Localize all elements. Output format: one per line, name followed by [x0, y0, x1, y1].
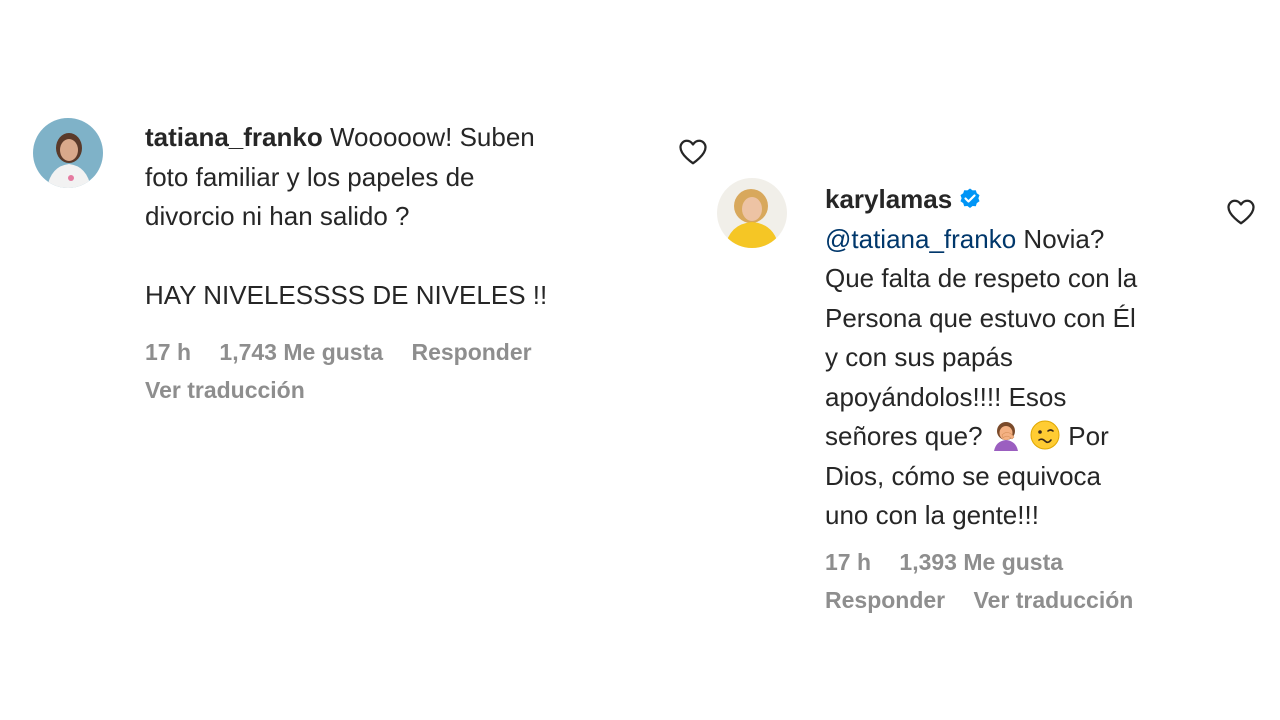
comment-text-line: Persona que estuvo con Él: [825, 302, 1136, 333]
username[interactable]: tatiana_franko: [145, 122, 323, 152]
verified-badge-icon: [958, 183, 982, 208]
heart-outline-icon[interactable]: [678, 138, 708, 166]
comment-text-line: uno con la gente!!!: [825, 500, 1039, 530]
comment-text-line: apoyándolos!!!! Esos: [825, 381, 1067, 412]
translate-button[interactable]: Ver traducción: [145, 377, 305, 403]
heart-outline-icon[interactable]: [1226, 198, 1256, 226]
translate-button[interactable]: Ver traducción: [974, 587, 1134, 613]
comment-text-line: divorcio ni han salido ?: [145, 201, 410, 231]
likes-count[interactable]: 1,393 Me gusta: [899, 549, 1063, 575]
woozy-face-emoji: [1029, 419, 1061, 451]
timestamp: 17 h: [825, 549, 872, 575]
username[interactable]: karylamas: [825, 184, 952, 214]
comment-text-line: HAY NIVELESSSS DE NIVELES !!: [145, 280, 548, 310]
woman-facepalming-emoji: [990, 419, 1022, 451]
timestamp: 17 h: [145, 339, 192, 365]
comment-text-line: Dios, cómo se equivoca: [825, 460, 1102, 491]
comment-text: tatiana_franko Wooooow! Suben foto famil…: [145, 118, 645, 316]
avatar[interactable]: [33, 118, 103, 188]
comment-text-line: Wooooow! Suben: [329, 122, 535, 152]
reply-button[interactable]: Responder: [825, 587, 945, 613]
likes-count[interactable]: 1,743 Me gusta: [219, 339, 383, 365]
comment-text-line: Novia?: [1023, 223, 1105, 254]
reply-button[interactable]: Responder: [411, 339, 531, 365]
comment-meta: 17 h 1,743 Me gusta Responder Ver traduc…: [145, 333, 625, 409]
comment-text-line: Que falta de respeto con la: [825, 263, 1138, 293]
comment-text-line: foto familiar y los papeles de: [145, 161, 475, 192]
avatar[interactable]: [717, 178, 787, 248]
comment-text: karylamas @tatiana_franko Novia? Que fal…: [825, 180, 1215, 536]
mention-link[interactable]: @tatiana_franko: [825, 224, 1016, 254]
comment-meta: 17 h 1,393 Me gusta Responder Ver traduc…: [825, 543, 1225, 619]
comment-text-line: señores que?: [825, 421, 983, 451]
comment-text-line: y con sus papás: [825, 342, 1013, 372]
comment-text-line: Por: [1068, 421, 1109, 451]
